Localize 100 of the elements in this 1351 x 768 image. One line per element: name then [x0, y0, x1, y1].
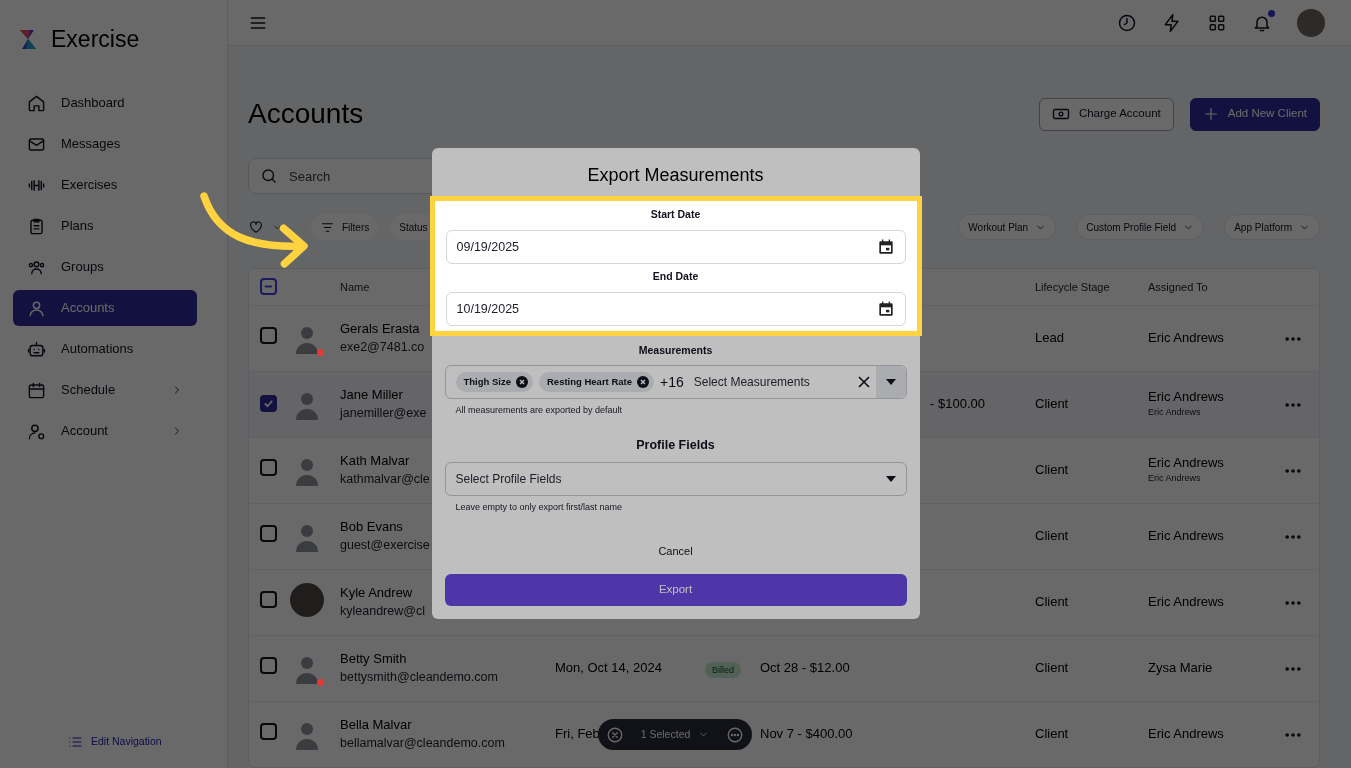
- row-checkbox[interactable]: [260, 657, 277, 675]
- sidebar-item[interactable]: Plans: [13, 208, 197, 244]
- client-email: guest@exercise: [340, 536, 430, 554]
- sidebar-item[interactable]: Account: [13, 413, 197, 449]
- client-email: bettysmith@cleandemo.com: [340, 668, 498, 686]
- date-field[interactable]: 09/19/2025: [445, 229, 906, 264]
- client-email: kyleandrew@cl: [340, 602, 425, 620]
- app-name: Exercise: [51, 24, 140, 54]
- sidebar-item[interactable]: Exercises: [13, 167, 197, 203]
- selection-dropdown[interactable]: 1 Selected: [640, 726, 710, 743]
- sidebar-item[interactable]: Dashboard: [13, 85, 197, 121]
- home-icon: [27, 93, 46, 113]
- lightning-icon: [1162, 12, 1182, 33]
- billing-text: Nov 7 - $400.00: [760, 726, 853, 743]
- filter-dropdown[interactable]: Custom Profile Field: [1076, 214, 1205, 240]
- clock-button[interactable]: [1117, 12, 1137, 33]
- close-icon: [606, 725, 624, 744]
- calendar-icon: [27, 380, 46, 400]
- date-text: Fri, Feb: [555, 726, 600, 743]
- help-text: All measurements are exported by default: [455, 404, 624, 418]
- row-checkbox[interactable]: [260, 525, 277, 543]
- sidebar-item[interactable]: Accounts: [13, 290, 197, 326]
- field-label: Measurements: [637, 342, 714, 358]
- user-avatar[interactable]: [1297, 8, 1325, 37]
- billing-text: - $100.00: [930, 396, 985, 413]
- assigned-to-sub: Eric Andrews: [1148, 406, 1202, 420]
- person-icon: [27, 298, 46, 318]
- assigned-to-sub: Eric Andrews: [1148, 472, 1202, 486]
- export-button[interactable]: Export: [444, 574, 907, 606]
- client-name[interactable]: Betty Smith: [340, 650, 407, 668]
- column-header: Assigned To: [1148, 279, 1209, 295]
- lifecycle-stage: Client: [1035, 726, 1069, 743]
- row-checkbox[interactable]: [260, 591, 277, 609]
- dropdown-toggle[interactable]: [875, 366, 906, 399]
- lifecycle-stage: Client: [1035, 462, 1069, 479]
- client-name[interactable]: Jane Miller: [340, 386, 403, 404]
- lifecycle-stage: Lead: [1035, 330, 1064, 347]
- row-checkbox[interactable]: [260, 723, 277, 741]
- profile-fields-select[interactable]: Select Profile Fields: [444, 461, 907, 496]
- assigned-to: Eric Andrews: [1148, 594, 1224, 611]
- client-email: janemiller@exe: [340, 404, 427, 422]
- clear-icon[interactable]: [857, 376, 870, 389]
- caret-icon: [885, 379, 896, 386]
- notifications-button[interactable]: [1252, 12, 1272, 33]
- assigned-to: Eric Andrews: [1148, 528, 1224, 545]
- lightning-button[interactable]: [1162, 12, 1182, 33]
- clipboard-icon: [27, 216, 46, 236]
- select-all-checkbox[interactable]: [260, 278, 277, 296]
- caret-icon: [885, 475, 896, 482]
- client-name[interactable]: Bob Evans: [340, 518, 403, 536]
- add-client-button[interactable]: Add New Client: [1189, 97, 1320, 131]
- measurement-chip[interactable]: Thigh Size: [455, 372, 533, 393]
- filter-dropdown[interactable]: Workout Plan: [958, 214, 1057, 240]
- assigned-to: Eric Andrews: [1148, 726, 1224, 743]
- clear-selection-button[interactable]: [606, 725, 624, 744]
- clock-icon: [1117, 12, 1137, 33]
- lifecycle-stage: Client: [1035, 660, 1069, 677]
- remove-icon[interactable]: [516, 376, 528, 389]
- client-name[interactable]: Kath Malvar: [340, 452, 410, 470]
- client-name[interactable]: Bella Malvar: [340, 716, 412, 734]
- cancel-button[interactable]: Cancel: [652, 541, 699, 560]
- row-checkbox[interactable]: [260, 394, 277, 412]
- field-label: Start Date: [649, 207, 702, 222]
- lifecycle-stage: Client: [1035, 528, 1069, 545]
- filter-dropdown[interactable]: App Platform: [1224, 214, 1320, 240]
- measurements-select[interactable]: Thigh Size Resting Heart Rate +16 Select Measurements: [444, 365, 907, 400]
- charge-account-button[interactable]: Charge Account: [1038, 97, 1174, 131]
- more-count: +16: [660, 372, 684, 392]
- sidebar-item[interactable]: Schedule: [13, 372, 197, 408]
- assigned-to: Zysa Marie: [1148, 660, 1213, 677]
- select-placeholder: Select Profile Fields: [455, 470, 563, 488]
- select-placeholder: Select Measurements: [693, 374, 811, 392]
- remove-icon[interactable]: [637, 376, 649, 389]
- row-checkbox[interactable]: [260, 327, 277, 345]
- check-icon: [263, 397, 274, 409]
- date-field[interactable]: 10/19/2025: [445, 291, 906, 326]
- client-name[interactable]: Kyle Andrew: [340, 584, 413, 602]
- edit-navigation-link[interactable]: Edit Navigation: [67, 734, 162, 750]
- assigned-to: Eric Andrews: [1148, 389, 1224, 407]
- sidebar-item[interactable]: Groups: [13, 249, 197, 285]
- lifecycle-stage: Client: [1035, 396, 1069, 413]
- field-label: Profile Fields: [635, 436, 716, 454]
- client-name[interactable]: Gerals Erasta: [340, 320, 420, 338]
- dialog-title: Export Measurements: [586, 164, 765, 187]
- row-checkbox[interactable]: [260, 459, 277, 477]
- measurement-chip[interactable]: Resting Heart Rate: [539, 372, 654, 393]
- page-title: Accounts: [248, 97, 364, 131]
- client-email: bellamalvar@cleandemo.com: [340, 734, 505, 752]
- robot-icon: [27, 339, 46, 359]
- client-email: kathmalvar@cle: [340, 470, 430, 488]
- favorites-filter[interactable]: [248, 219, 283, 235]
- billing-text: Oct 28 - $12.00: [760, 660, 850, 677]
- filters-button[interactable]: Filters: [311, 214, 379, 240]
- sidebar-item[interactable]: Messages: [13, 126, 197, 162]
- more-circle-icon: [726, 725, 744, 744]
- more-actions-button[interactable]: [726, 725, 744, 744]
- status-badge: Billed: [705, 661, 741, 678]
- heart-icon: [248, 219, 264, 235]
- sidebar-item[interactable]: Automations: [13, 331, 197, 367]
- client-email: exe2@7481.co: [340, 338, 425, 356]
